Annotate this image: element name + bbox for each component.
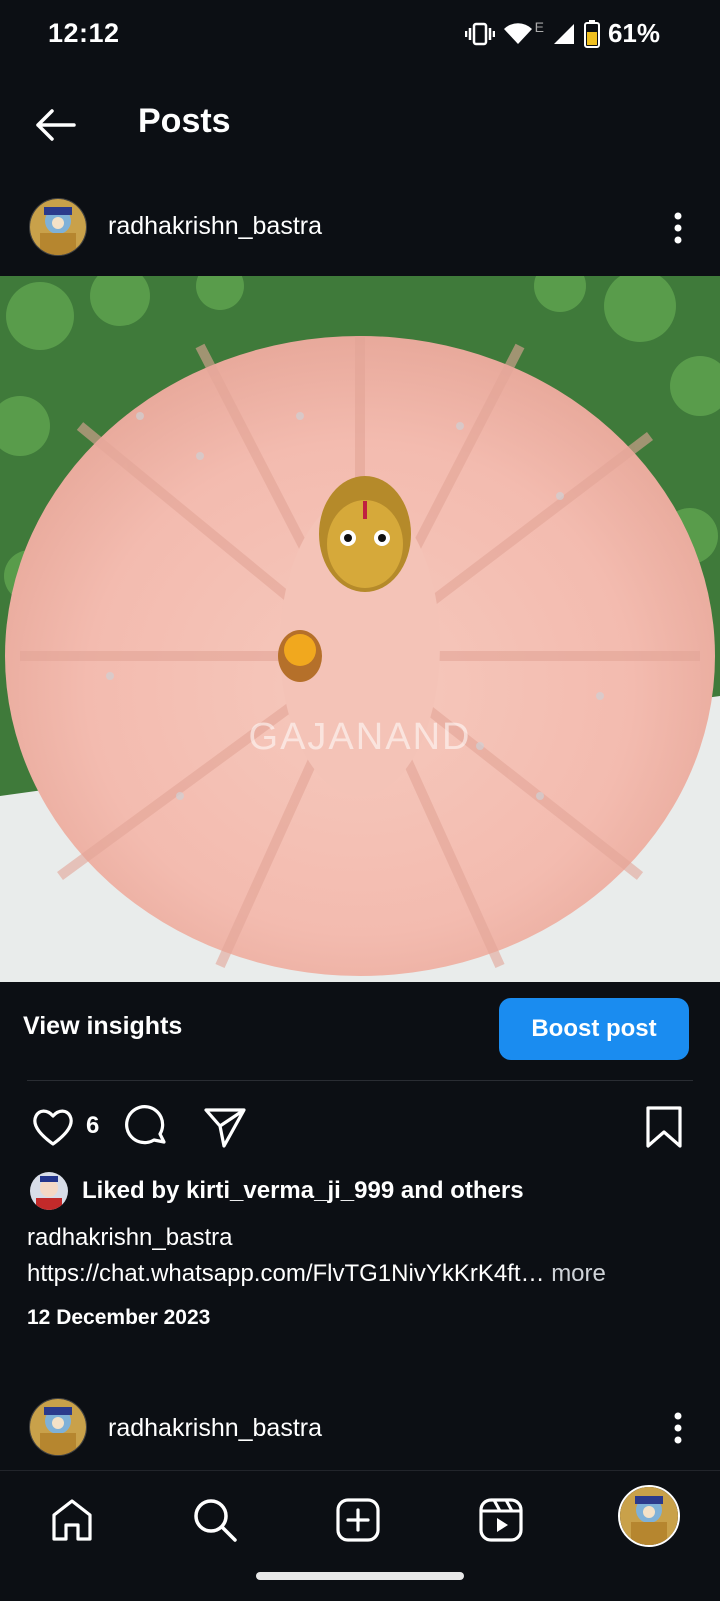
bottom-nav <box>0 1470 720 1601</box>
caption-text: https://chat.whatsapp.com/FlvTG1NivYkKrK… <box>27 1260 606 1288</box>
like-count[interactable]: 6 <box>86 1112 99 1140</box>
caption-username[interactable]: radhakrishn_bastra <box>27 1224 232 1252</box>
next-post-more-button[interactable] <box>672 1408 684 1448</box>
more-vertical-icon <box>674 212 682 244</box>
back-button[interactable] <box>30 100 80 150</box>
home-icon <box>52 1499 92 1541</box>
post-username[interactable]: radhakrishn_bastra <box>108 212 322 241</box>
status-time: 12:12 <box>48 18 120 48</box>
status-icons: E 61% <box>464 18 660 49</box>
network-type: E <box>534 18 544 35</box>
arrow-left-icon <box>36 109 76 141</box>
post-date: 12 December 2023 <box>27 1306 211 1329</box>
battery-icon <box>583 19 600 48</box>
caption-more-link[interactable]: more <box>551 1260 606 1287</box>
comment-icon <box>125 1105 166 1145</box>
liked-by-text[interactable]: Liked by kirti_verma_ji_999 and others <box>82 1177 524 1205</box>
reels-icon <box>479 1498 523 1542</box>
nav-reels[interactable] <box>476 1495 526 1545</box>
nav-home[interactable] <box>47 1495 97 1545</box>
wifi-icon <box>503 22 532 44</box>
battery-percent: 61% <box>607 18 660 48</box>
create-icon <box>336 1498 380 1542</box>
more-vertical-icon <box>674 1412 682 1444</box>
nav-search[interactable] <box>190 1495 240 1545</box>
save-button[interactable] <box>644 1104 690 1150</box>
page-title: Posts <box>138 102 231 140</box>
next-post-username[interactable]: radhakrishn_bastra <box>108 1414 322 1443</box>
post-avatar[interactable] <box>29 198 87 256</box>
like-button[interactable] <box>30 1104 76 1150</box>
profile-avatar <box>620 1487 678 1545</box>
gesture-home-bar[interactable] <box>256 1572 464 1580</box>
nav-profile[interactable] <box>618 1485 680 1547</box>
image-watermark: GAJANAND <box>248 716 472 758</box>
bookmark-icon <box>646 1106 682 1148</box>
vibrate-icon <box>464 22 495 45</box>
share-icon <box>204 1108 246 1148</box>
next-post-avatar[interactable] <box>29 1398 87 1456</box>
nav-create[interactable] <box>333 1495 383 1545</box>
search-icon <box>194 1499 237 1542</box>
post-image[interactable]: GAJANAND <box>0 276 720 982</box>
liker-avatar[interactable] <box>30 1172 68 1210</box>
share-button[interactable] <box>202 1104 248 1150</box>
more-options-button[interactable] <box>672 208 684 248</box>
caption-link[interactable]: https://chat.whatsapp.com/FlvTG1NivYkKrK… <box>27 1260 545 1287</box>
signal-icon <box>553 23 574 44</box>
status-bar: 12:12 E 61% <box>0 0 720 70</box>
boost-post-button[interactable]: Boost post <box>499 998 689 1060</box>
divider <box>27 1080 693 1081</box>
view-insights-link[interactable]: View insights <box>23 1012 182 1041</box>
heart-icon <box>33 1109 73 1146</box>
comment-button[interactable] <box>124 1104 170 1150</box>
